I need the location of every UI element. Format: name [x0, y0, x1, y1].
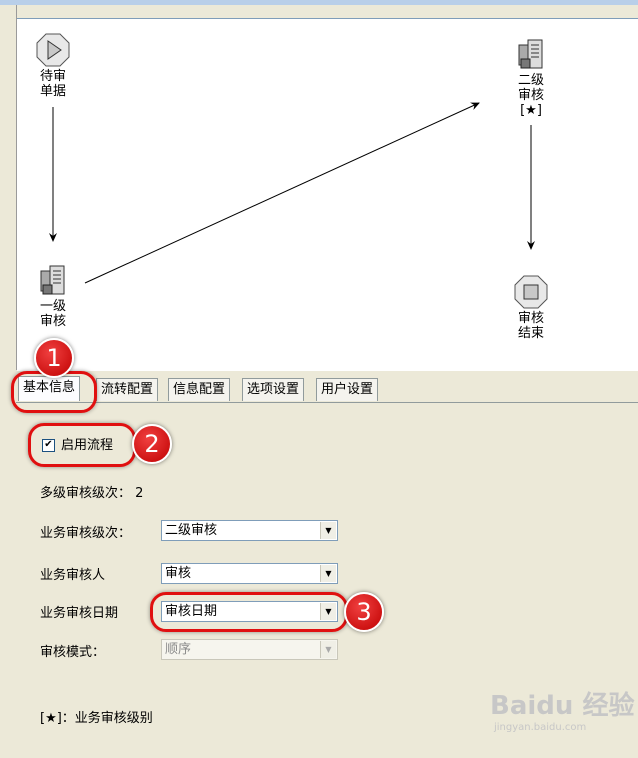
chevron-down-icon: ▼	[320, 641, 336, 658]
play-icon	[36, 33, 70, 67]
stop-icon	[514, 275, 548, 309]
left-strip	[0, 5, 17, 370]
callout-badge-3: 3	[344, 592, 384, 632]
tab-info-config[interactable]: 信息配置	[168, 378, 231, 401]
node-label: 一级 审核	[39, 299, 66, 329]
arrow-level1-to-level2	[84, 102, 480, 284]
callout-badge-2: 2	[132, 424, 172, 464]
levels-count-text: 多级审核级次： 2	[40, 486, 144, 501]
node-label: 待审 单据	[39, 69, 66, 99]
tab-user-settings[interactable]: 用户设置	[316, 378, 379, 401]
chevron-down-icon[interactable]: ▼	[320, 565, 336, 582]
audit-mode-select: 顺序 ▼	[161, 639, 338, 660]
node-label: 审核 结束	[517, 311, 544, 341]
node-level2[interactable]: 二级 审核 [★]	[511, 37, 551, 118]
callout-badge-1: 1	[34, 338, 74, 378]
audit-mode-value: 顺序	[165, 642, 192, 657]
workflow-canvas: 待审 单据 一级 审核 二级 审核 [★] 审核 结束	[17, 18, 638, 371]
audit-icon	[40, 265, 65, 295]
node-label: 二级 审核 [★]	[517, 73, 544, 118]
watermark-sub: jingyan.baidu.com	[494, 722, 587, 733]
level-note: [★]：业务审核级别	[40, 711, 153, 726]
watermark-text: Baidu 经验	[490, 691, 635, 721]
business-level-select[interactable]: 二级审核 ▼	[161, 520, 338, 541]
callout-ring-3	[150, 592, 348, 632]
callout-ring-2	[28, 423, 136, 467]
node-pending[interactable]: 待审 单据	[33, 33, 73, 99]
business-level-value: 二级审核	[165, 523, 218, 538]
window-top-bar	[0, 0, 638, 5]
business-date-label: 业务审核日期	[40, 606, 119, 621]
tab-flow-config[interactable]: 流转配置	[96, 378, 159, 401]
business-auditor-select[interactable]: 审核 ▼	[161, 563, 338, 584]
business-level-label: 业务审核级次：	[40, 526, 132, 541]
node-level1[interactable]: 一级 审核	[33, 263, 73, 329]
node-end[interactable]: 审核 结束	[511, 275, 551, 341]
business-auditor-value: 审核	[165, 566, 192, 581]
watermark: Baidu 经验 jingyan.baidu.com	[490, 685, 634, 733]
audit-mode-label: 审核模式：	[40, 645, 106, 660]
audit-icon	[518, 39, 543, 69]
business-auditor-label: 业务审核人	[40, 568, 106, 583]
chevron-down-icon[interactable]: ▼	[320, 522, 336, 539]
tab-option-settings[interactable]: 选项设置	[242, 378, 305, 401]
